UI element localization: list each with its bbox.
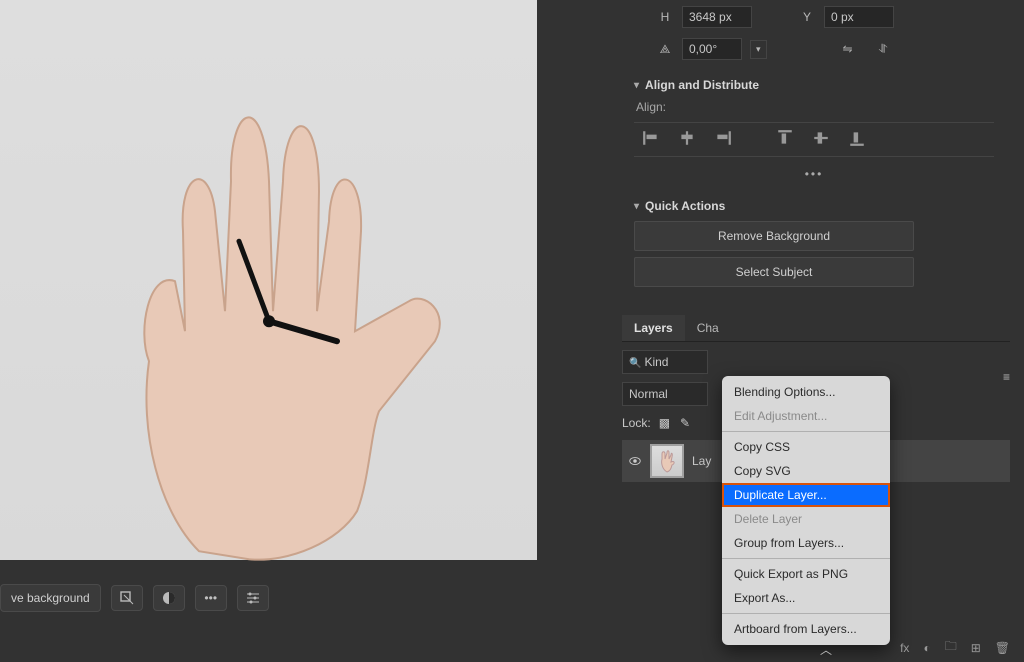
align-title: Align and Distribute (645, 78, 759, 92)
canvas-area[interactable] (0, 0, 537, 560)
align-right-icon[interactable] (714, 129, 732, 150)
visibility-icon[interactable] (628, 454, 642, 468)
quick-actions-header[interactable]: ▾ Quick Actions (634, 199, 994, 213)
panel-menu-icon[interactable]: ≡ (1003, 370, 1010, 384)
rotation-input[interactable] (682, 38, 742, 60)
remove-background-button[interactable]: ve background (0, 584, 101, 612)
menu-separator (722, 558, 890, 559)
chevron-down-icon: ▾ (634, 80, 639, 91)
align-center-h-icon[interactable] (678, 129, 696, 150)
document-image (0, 0, 537, 560)
bottom-toolbar: ve background ••• (0, 580, 269, 616)
new-layer-icon[interactable]: ⊞ (971, 641, 981, 655)
align-left-icon[interactable] (642, 129, 660, 150)
y-label: Y (798, 10, 816, 24)
align-top-icon[interactable] (776, 129, 794, 150)
align-label: Align: (636, 100, 994, 114)
panel-tabs: Layers Cha (622, 315, 1010, 342)
remove-background-button[interactable]: Remove Background (634, 221, 914, 251)
lock-transparency-icon[interactable]: ▩ (657, 414, 672, 432)
chevron-down-icon[interactable]: ▾ (750, 40, 767, 59)
align-section-header[interactable]: ▾ Align and Distribute (634, 78, 994, 92)
collapse-panel-icon[interactable]: ︿ (820, 641, 832, 658)
menu-quick-export-png[interactable]: Quick Export as PNG (722, 562, 890, 586)
menu-artboard-from-layers[interactable]: Artboard from Layers... (722, 617, 890, 641)
sliders-icon[interactable] (237, 585, 269, 611)
select-subject-button[interactable]: Select Subject (634, 257, 914, 287)
menu-copy-css[interactable]: Copy CSS (722, 435, 890, 459)
menu-delete-layer: Delete Layer (722, 507, 890, 531)
menu-copy-svg[interactable]: Copy SVG (722, 459, 890, 483)
layers-footer-toolbar: fx ◐ 🗀 ⊞ 🗑 (900, 637, 1010, 658)
tab-layers[interactable]: Layers (622, 315, 685, 341)
flip-horizontal-icon[interactable]: ⇋ (843, 42, 853, 56)
menu-duplicate-layer[interactable]: Duplicate Layer... (722, 483, 890, 507)
tab-channels[interactable]: Cha (685, 315, 731, 341)
lock-label: Lock: (622, 416, 651, 430)
layer-name: Lay (692, 454, 711, 468)
layer-context-menu: Blending Options... Edit Adjustment... C… (722, 376, 890, 645)
align-bottom-icon[interactable] (848, 129, 866, 150)
new-group-icon[interactable]: 🗀 (945, 637, 957, 658)
more-options-icon[interactable]: ••• (634, 167, 994, 181)
adjustments-icon[interactable] (153, 585, 185, 611)
y-input[interactable] (824, 6, 894, 28)
height-label: H (656, 10, 674, 24)
kind-label: Kind (644, 355, 668, 369)
menu-export-as[interactable]: Export As... (722, 586, 890, 610)
fx-icon[interactable]: fx (900, 641, 909, 655)
menu-separator (722, 431, 890, 432)
more-icon[interactable]: ••• (195, 585, 227, 611)
flip-vertical-icon[interactable]: ⥯ (879, 42, 888, 57)
rotation-icon: ⟁ (656, 42, 674, 57)
chevron-down-icon: ▾ (634, 201, 639, 212)
menu-blending-options[interactable]: Blending Options... (722, 380, 890, 404)
mask-icon[interactable]: ◐ (923, 641, 930, 655)
menu-separator (722, 613, 890, 614)
layer-thumbnail (650, 444, 684, 478)
menu-group-from-layers[interactable]: Group from Layers... (722, 531, 890, 555)
kind-filter[interactable]: 🔍Kind (622, 350, 708, 374)
delete-layer-icon[interactable]: 🗑 (995, 641, 1010, 655)
blend-mode-select[interactable]: Normal (622, 382, 708, 406)
crop-icon[interactable] (111, 585, 143, 611)
align-toolbar (634, 122, 994, 157)
lock-brush-icon[interactable]: ✎ (678, 414, 692, 432)
menu-edit-adjustment: Edit Adjustment... (722, 404, 890, 428)
quick-actions-title: Quick Actions (645, 199, 725, 213)
align-center-v-icon[interactable] (812, 129, 830, 150)
height-input[interactable] (682, 6, 752, 28)
